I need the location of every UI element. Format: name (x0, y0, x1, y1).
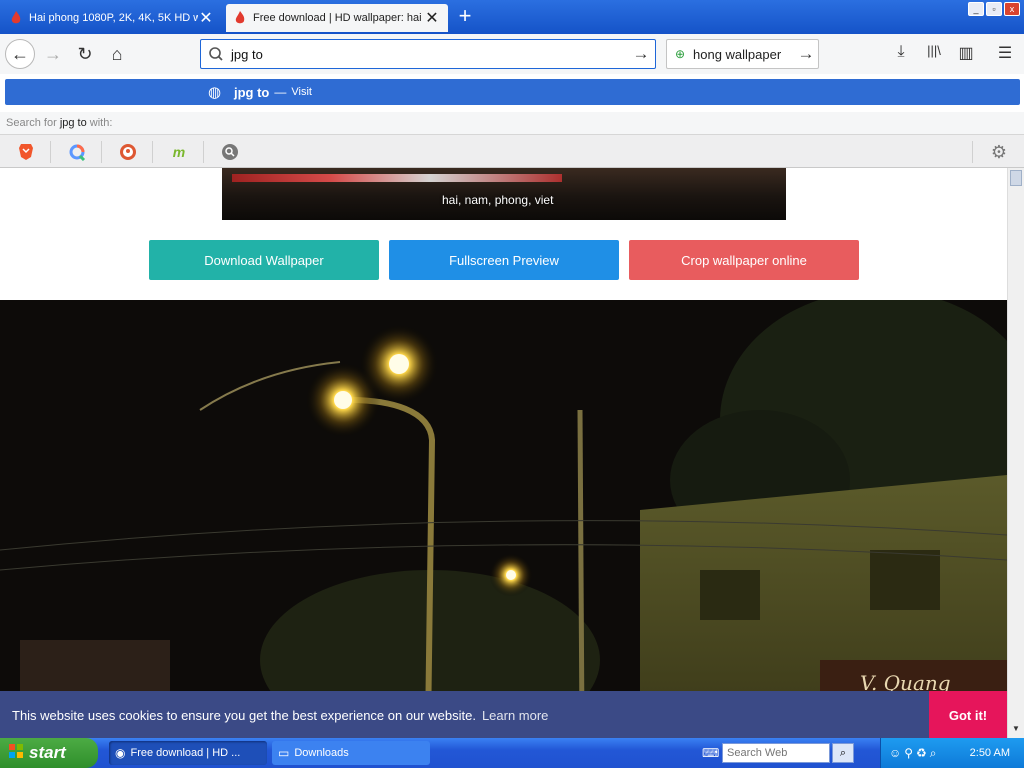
flame-favicon-icon (11, 11, 21, 24)
fullscreen-preview-button[interactable]: Fullscreen Preview (389, 240, 619, 280)
search-bar[interactable]: ⊕ hong wallpaper → (666, 39, 819, 69)
url-input[interactable]: jpg to (231, 47, 627, 62)
windows-logo-icon (8, 743, 24, 763)
browser-icon: ◉ (115, 746, 126, 760)
clock: 2:50 AM (969, 747, 1010, 759)
light-streak (232, 174, 562, 182)
search-for-prefix: Search for (6, 117, 57, 129)
duckduckgo-icon[interactable] (117, 141, 139, 163)
search-input[interactable]: hong wallpaper (693, 47, 794, 62)
page-scrollbar[interactable]: ▼ (1007, 168, 1024, 738)
night-street-photo: V. Quang (0, 300, 1007, 738)
taskbar-item-downloads[interactable]: ▭ Downloads (272, 741, 430, 765)
web-page: hai, nam, phong, viet Download Wallpaper… (0, 168, 1007, 738)
start-label: start (29, 743, 66, 762)
web-search-go-icon[interactable]: ⌕ (832, 743, 854, 763)
suggestion-dash: — (274, 85, 287, 99)
tab-close-icon[interactable]: ✕ (198, 8, 214, 28)
crop-wallpaper-button[interactable]: Crop wallpaper online (629, 240, 859, 280)
maximize-icon[interactable]: ▫ (986, 2, 1002, 16)
menu-icon[interactable]: ☰ (994, 43, 1016, 65)
thumbnail-caption: hai, nam, phong, viet (442, 193, 554, 207)
tab-title: Hai phong 1080P, 2K, 4K, 5K HD w (29, 12, 198, 24)
task-label: Free download | HD ... (130, 747, 241, 759)
cookie-consent-bar: This website uses cookies to ensure you … (0, 691, 1007, 739)
start-button[interactable]: start (0, 738, 98, 768)
search-for-row: Search for jpg to with: (0, 112, 1024, 134)
task-label: Downloads (294, 747, 349, 759)
scroll-down-icon[interactable]: ▼ (1010, 724, 1022, 736)
tab-free-download[interactable]: Free download | HD wallpaper: hai ✕ (226, 4, 448, 32)
downloads-icon[interactable]: ⤓ (890, 43, 912, 65)
forward-icon[interactable]: → (38, 39, 68, 69)
folder-icon: ▭ (278, 746, 290, 760)
suggestion-text: jpg to (234, 84, 270, 100)
minimize-icon[interactable]: _ (968, 2, 984, 16)
tab-close-icon[interactable]: ✕ (424, 8, 440, 28)
search-go-icon[interactable]: → (794, 44, 818, 64)
engine-separator (50, 141, 51, 163)
wallpaper-thumbnail[interactable]: hai, nam, phong, viet (222, 168, 786, 220)
search-engine-add-icon: ⊕ (674, 47, 686, 61)
tab-title: Free download | HD wallpaper: hai (253, 12, 422, 24)
flame-favicon-icon (235, 11, 245, 24)
tray-icons[interactable]: ☺⚲♻⌕ (889, 746, 940, 761)
globe-icon: ◍ (208, 84, 222, 101)
gear-icon[interactable]: ⚙ (988, 141, 1010, 163)
search-for-query: jpg to (59, 117, 87, 129)
one-off-search-engines: m ⚙ (0, 134, 1024, 168)
window-close-icon[interactable]: x (1004, 2, 1020, 16)
url-suggestion-row[interactable]: ◍ jpg to — Visit (5, 79, 1020, 105)
nav-toolbar: ← → ↻ ⌂ jpg to → ⊕ hong wallpaper → ⤓ ||… (0, 34, 1024, 74)
engine-separator (972, 141, 973, 163)
search-icon[interactable] (219, 141, 241, 163)
tab-strip: Hai phong 1080P, 2K, 4K, 5K HD w ✕ Free … (0, 0, 1024, 34)
suggestion-visit: Visit (291, 86, 312, 98)
search-for-suffix: with: (89, 117, 113, 129)
taskbar-item-browser[interactable]: ◉ Free download | HD ... (109, 741, 267, 765)
wallpaper-image[interactable]: V. Quang (0, 300, 1007, 738)
go-arrow-icon[interactable]: → (627, 44, 655, 64)
qwant-icon[interactable] (66, 141, 88, 163)
sidebar-icon[interactable]: ▥ (955, 43, 977, 65)
library-icon[interactable]: |||\ (923, 43, 945, 65)
learn-more-link[interactable]: Learn more (482, 708, 548, 723)
engine-separator (152, 141, 153, 163)
taskbar: start ◉ Free download | HD ... ▭ Downloa… (0, 738, 1024, 768)
download-wallpaper-button[interactable]: Download Wallpaper (149, 240, 379, 280)
scrollbar-thumb[interactable] (1010, 170, 1022, 186)
got-it-button[interactable]: Got it! (929, 691, 1007, 739)
cookie-message: This website uses cookies to ensure you … (12, 707, 476, 723)
engine-separator (203, 141, 204, 163)
url-bar[interactable]: jpg to → (200, 39, 656, 69)
system-tray: ☺⚲♻⌕ 2:50 AM (880, 738, 1024, 768)
search-icon (209, 47, 223, 61)
engine-separator (101, 141, 102, 163)
tab-hai-phong[interactable]: Hai phong 1080P, 2K, 4K, 5K HD w ✕ (2, 4, 222, 32)
back-icon[interactable]: ← (5, 39, 35, 69)
window-controls: _ ▫ x (968, 2, 1020, 16)
new-tab-icon[interactable]: + (453, 5, 477, 29)
brave-icon[interactable] (15, 141, 37, 163)
home-icon[interactable]: ⌂ (102, 39, 132, 69)
keyboard-icon[interactable]: ⌨ (702, 746, 719, 760)
web-search-input[interactable] (722, 743, 830, 763)
mojeek-icon[interactable]: m (168, 141, 190, 163)
reload-icon[interactable]: ↻ (70, 39, 100, 69)
